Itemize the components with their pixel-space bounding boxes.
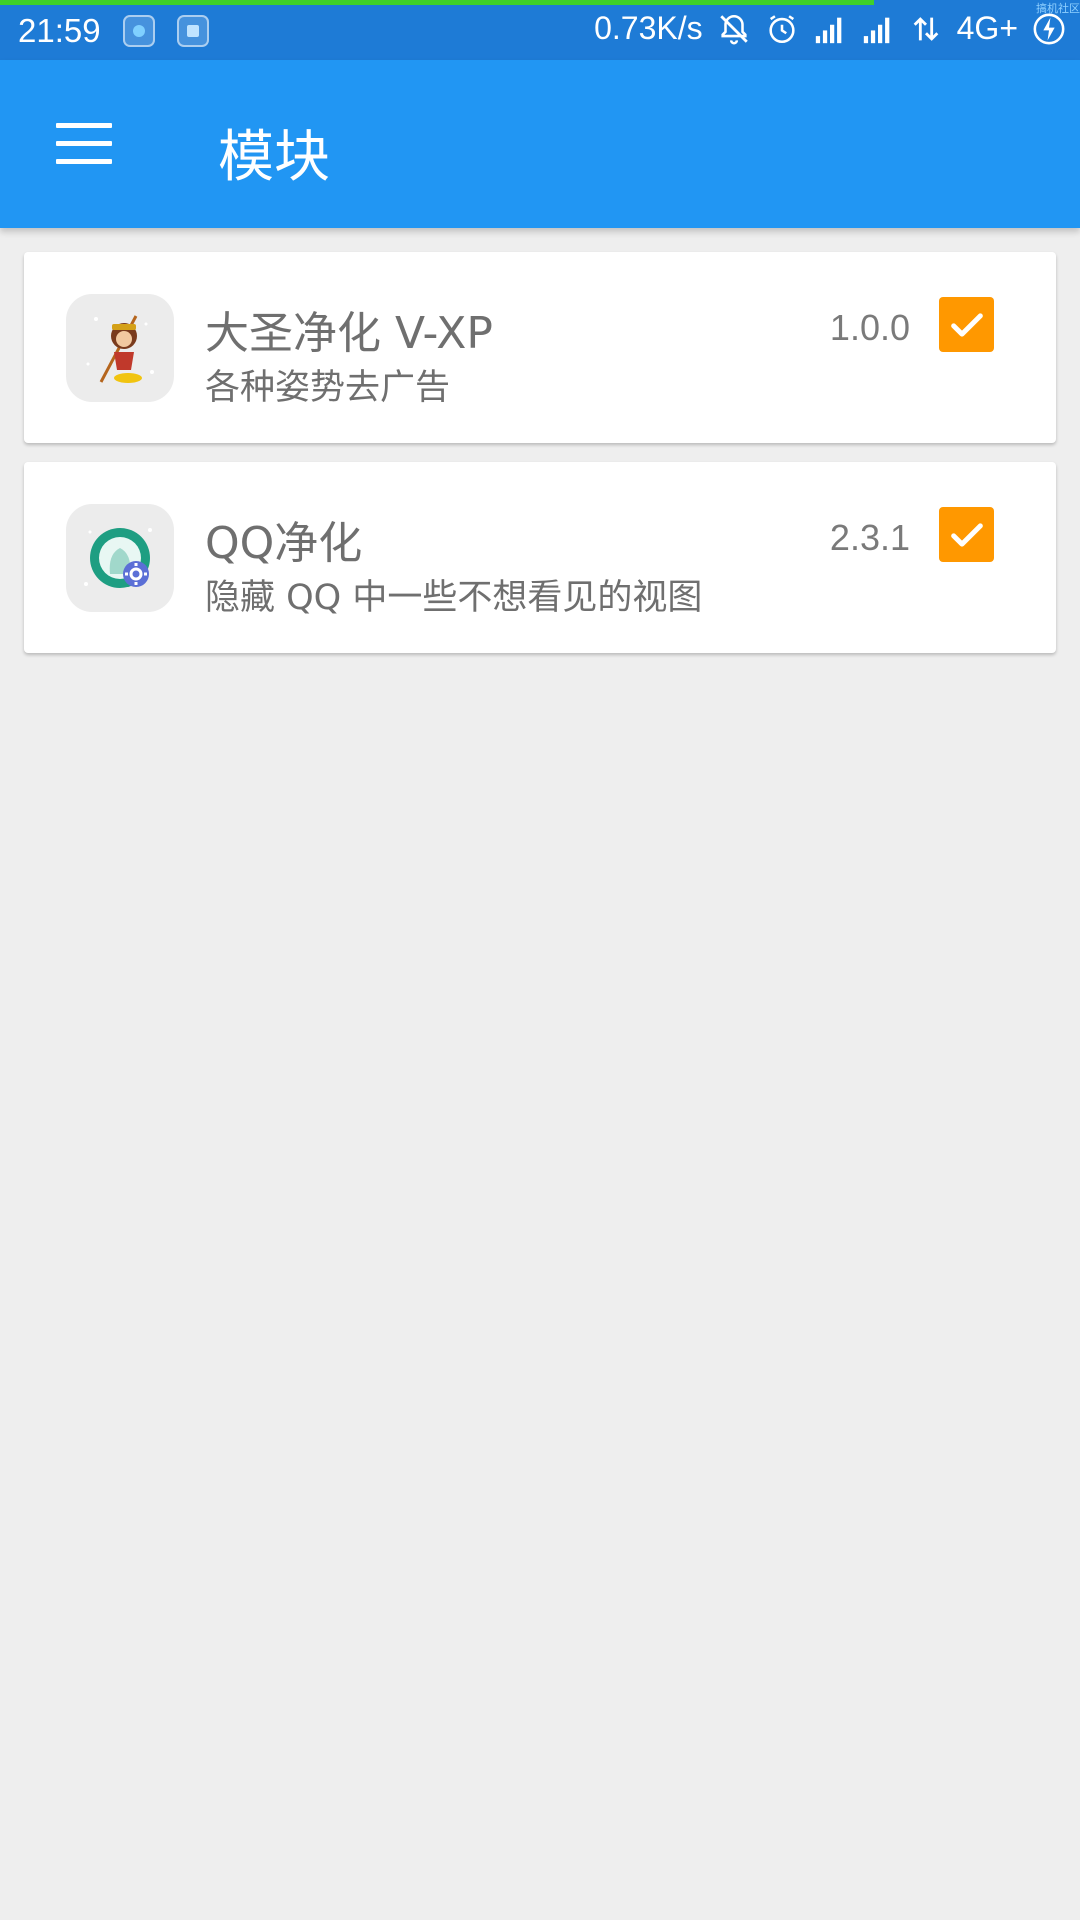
app-icon-1 — [122, 15, 155, 47]
status-time: 21:59 — [18, 12, 101, 49]
module-card[interactable]: QQ净化 隐藏 QQ 中一些不想看见的视图 2.3.1 — [24, 462, 1056, 653]
module-name: QQ净化 — [205, 518, 363, 569]
net-speed: 0.73K/s — [594, 10, 703, 46]
module-version: 2.3.1 — [829, 517, 910, 558]
checkmark-icon — [950, 522, 983, 547]
status-bar: 搞机社区 21:59 0.73K/s 4G+ — [0, 0, 1080, 60]
network-type: 4G+ — [956, 10, 1018, 46]
module-version: 1.0.0 — [829, 307, 910, 348]
signal-icon — [863, 17, 889, 43]
app-bar: 模块 — [0, 60, 1080, 228]
charging-icon — [1033, 13, 1065, 44]
module-card[interactable]: 大圣净化 V-XP 各种姿势去广告 1.0.0 — [24, 252, 1056, 443]
signal-icon — [815, 17, 841, 43]
hamburger-menu-icon[interactable] — [56, 123, 112, 165]
mute-bell-icon — [719, 14, 748, 44]
data-arrows-icon — [913, 16, 938, 41]
enable-checkbox[interactable] — [939, 507, 994, 562]
monkey-king-icon — [66, 294, 174, 402]
alarm-icon — [769, 14, 795, 43]
checkmark-icon — [950, 312, 983, 337]
module-description: 隐藏 QQ 中一些不想看见的视图 — [205, 578, 703, 618]
qq-purify-icon — [66, 504, 174, 612]
download-progress-line — [0, 0, 874, 5]
module-name: 大圣净化 V-XP — [205, 308, 493, 359]
module-description: 各种姿势去广告 — [205, 368, 451, 408]
enable-checkbox[interactable] — [939, 297, 994, 352]
app-icon-2 — [176, 15, 209, 47]
page-title: 模块 — [218, 125, 330, 190]
